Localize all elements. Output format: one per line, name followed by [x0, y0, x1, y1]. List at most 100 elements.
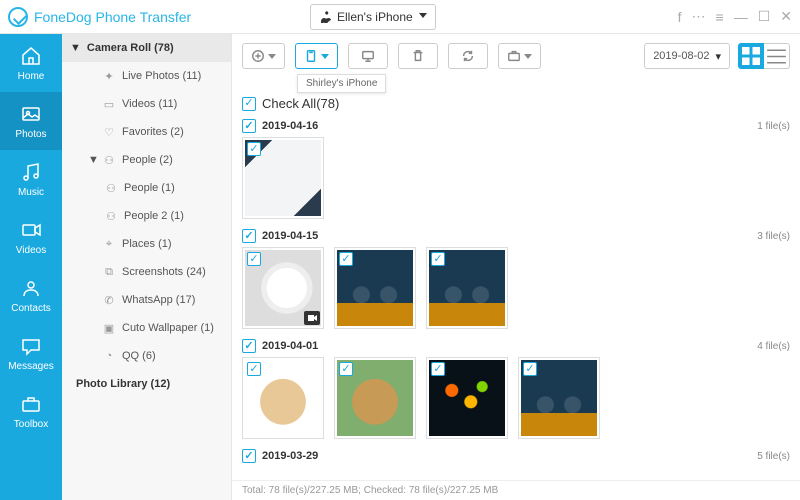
- close-button[interactable]: ✕: [780, 8, 792, 25]
- tree-live-photos[interactable]: ✦Live Photos (11): [62, 62, 231, 90]
- checkbox-icon: ✓: [247, 142, 261, 156]
- facebook-icon[interactable]: f: [678, 9, 682, 25]
- video-badge-icon: [304, 311, 320, 325]
- tree-screenshots[interactable]: ⧉Screenshots (24): [62, 258, 231, 286]
- heart-icon: ♡: [102, 125, 116, 139]
- messages-icon: [20, 335, 42, 357]
- group-header[interactable]: ✓2019-03-295 file(s): [242, 449, 790, 463]
- thumb-row: ✓ ✓ ✓ ✓: [242, 357, 790, 439]
- export-to-device-button[interactable]: [295, 43, 338, 69]
- content-pane: 2019-08-02▾ Shirley's iPhone ✓Check All(…: [232, 34, 800, 500]
- date-value: 2019-08-02: [653, 50, 709, 62]
- videos-icon: [20, 219, 42, 241]
- pin-icon: ⌖: [102, 237, 116, 251]
- photo-thumbnail[interactable]: ✓: [242, 247, 324, 329]
- sidebar: ▼Camera Roll (78)✦Live Photos (11)▭Video…: [62, 34, 232, 500]
- tree-camera-roll[interactable]: ▼Camera Roll (78): [62, 34, 231, 62]
- tree-qq[interactable]: ◔QQ (6): [62, 342, 231, 370]
- chevron-down-icon: [524, 54, 532, 59]
- home-icon: [20, 45, 42, 67]
- photo-scroll-area[interactable]: ✓Check All(78)✓2019-04-161 file(s)✓✓2019…: [232, 78, 800, 500]
- chevron-down-icon: [419, 13, 427, 18]
- app-title: FoneDog Phone Transfer: [34, 9, 191, 25]
- wallpaper-icon: ▣: [102, 321, 116, 335]
- menu-icon[interactable]: ≡: [716, 9, 724, 25]
- device-selector[interactable]: Ellen's iPhone: [310, 4, 436, 30]
- chevron-down-icon: [321, 54, 329, 59]
- photo-thumbnail[interactable]: ✓: [518, 357, 600, 439]
- tree-cuto-wallpaper[interactable]: ▣Cuto Wallpaper (1): [62, 314, 231, 342]
- checkbox-icon: ✓: [242, 339, 256, 353]
- thumb-row: ✓: [242, 137, 790, 219]
- contacts-icon: [20, 277, 42, 299]
- export-to-pc-button[interactable]: [348, 43, 388, 69]
- photo-thumbnail[interactable]: ✓: [242, 137, 324, 219]
- add-button[interactable]: [242, 43, 285, 69]
- checkbox-icon: ✓: [339, 252, 353, 266]
- screenshot-icon: ⧉: [102, 265, 116, 279]
- checkbox-icon: ✓: [523, 362, 537, 376]
- checkbox-icon: ✓: [242, 449, 256, 463]
- check-all[interactable]: ✓Check All(78): [242, 96, 790, 111]
- tree-places[interactable]: ⌖Places (1): [62, 230, 231, 258]
- refresh-button[interactable]: [448, 43, 488, 69]
- photo-thumbnail[interactable]: ✓: [426, 357, 508, 439]
- nav-contacts[interactable]: Contacts: [0, 266, 62, 324]
- photos-icon: [20, 103, 42, 125]
- checkbox-icon: ✓: [247, 362, 261, 376]
- delete-button[interactable]: [398, 43, 438, 69]
- tree-whatsapp[interactable]: ✆WhatsApp (17): [62, 286, 231, 314]
- minimize-button[interactable]: —: [734, 9, 748, 25]
- titlebar: FoneDog Phone Transfer Ellen's iPhone f …: [0, 0, 800, 34]
- qq-icon: ◔: [102, 349, 116, 363]
- music-icon: [20, 161, 42, 183]
- tree-people[interactable]: ⚇People (1): [62, 174, 231, 202]
- photo-thumbnail[interactable]: ✓: [334, 357, 416, 439]
- status-bar: Total: 78 file(s)/227.25 MB; Checked: 78…: [232, 480, 800, 500]
- tree-people[interactable]: ▼⚇People (2): [62, 146, 231, 174]
- feedback-icon[interactable]: ⋯: [692, 8, 706, 25]
- nav-messages[interactable]: Messages: [0, 324, 62, 382]
- toolbar: 2019-08-02▾: [232, 34, 800, 78]
- whatsapp-icon: ✆: [102, 293, 116, 307]
- photo-thumbnail[interactable]: ✓: [426, 247, 508, 329]
- toolbox-button[interactable]: [498, 43, 541, 69]
- tooltip: Shirley's iPhone: [297, 74, 386, 93]
- device-name: Ellen's iPhone: [337, 10, 413, 24]
- video-icon: ▭: [102, 97, 116, 111]
- view-toggle: [738, 43, 790, 69]
- nav-toolbox[interactable]: Toolbox: [0, 382, 62, 440]
- nav-videos[interactable]: Videos: [0, 208, 62, 266]
- thumb-row: ✓ ✓ ✓: [242, 247, 790, 329]
- group-header[interactable]: ✓2019-04-014 file(s): [242, 339, 790, 353]
- sparkle-icon: ✦: [102, 69, 116, 83]
- tree-people-2[interactable]: ⚇People 2 (1): [62, 202, 231, 230]
- checkbox-icon: ✓: [431, 362, 445, 376]
- app-logo: FoneDog Phone Transfer: [8, 7, 240, 27]
- nav-home[interactable]: Home: [0, 34, 62, 92]
- list-view-button[interactable]: [764, 43, 790, 69]
- apple-icon: [321, 11, 331, 23]
- photo-thumbnail[interactable]: ✓: [242, 357, 324, 439]
- nav-photos[interactable]: Photos: [0, 92, 62, 150]
- checkbox-icon: ✓: [242, 229, 256, 243]
- grid-view-button[interactable]: [738, 43, 764, 69]
- maximize-button[interactable]: ☐: [758, 8, 771, 25]
- people-icon: ⚇: [102, 153, 116, 167]
- group-header[interactable]: ✓2019-04-153 file(s): [242, 229, 790, 243]
- tree-photo-library[interactable]: Photo Library (12): [62, 370, 231, 398]
- toolbox-icon: [20, 393, 42, 415]
- nav-music[interactable]: Music: [0, 150, 62, 208]
- date-filter[interactable]: 2019-08-02▾: [644, 43, 730, 69]
- person-icon: ⚇: [104, 181, 118, 195]
- tree-favorites[interactable]: ♡Favorites (2): [62, 118, 231, 146]
- person-icon: ⚇: [104, 209, 118, 223]
- photo-thumbnail[interactable]: ✓: [334, 247, 416, 329]
- main-area: HomePhotosMusicVideosContactsMessagesToo…: [0, 34, 800, 500]
- nav-rail: HomePhotosMusicVideosContactsMessagesToo…: [0, 34, 62, 500]
- tree-videos[interactable]: ▭Videos (11): [62, 90, 231, 118]
- checkbox-icon: ✓: [242, 97, 256, 111]
- chevron-down-icon: [268, 54, 276, 59]
- checkbox-icon: ✓: [431, 252, 445, 266]
- group-header[interactable]: ✓2019-04-161 file(s): [242, 119, 790, 133]
